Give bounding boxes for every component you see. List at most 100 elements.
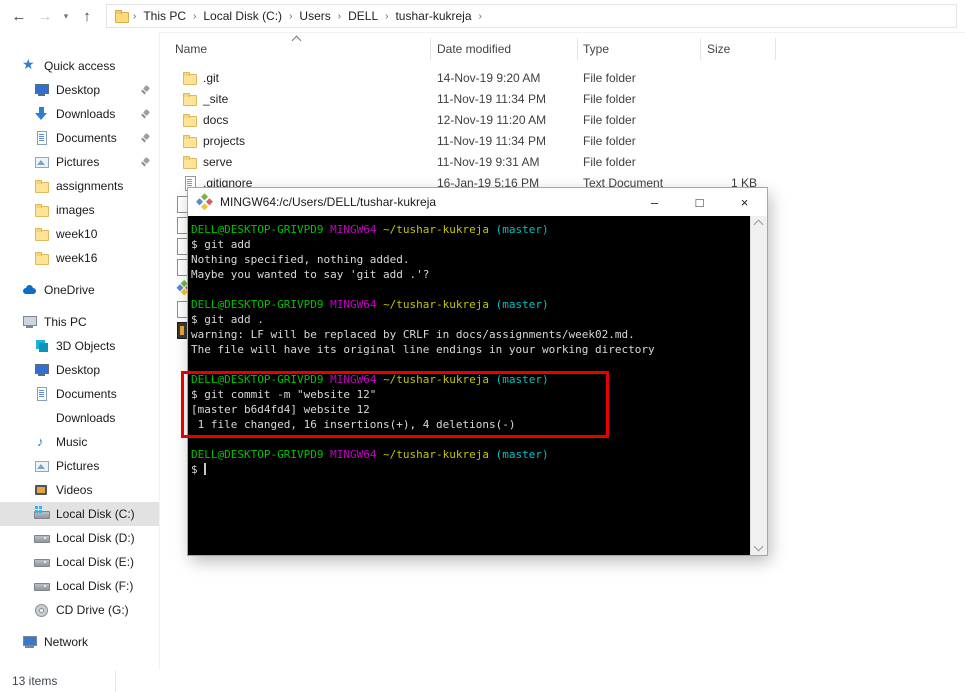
terminal-line: DELL@DESKTOP-GRIVPD9 MINGW64 ~/tushar-ku… bbox=[191, 447, 750, 462]
sidebar-item[interactable]: Pictures bbox=[0, 150, 159, 174]
status-bar: 13 items bbox=[0, 670, 965, 692]
sidebar-item-label: Videos bbox=[56, 483, 92, 497]
up-button[interactable]: ↑ bbox=[74, 8, 100, 25]
minimize-button[interactable]: – bbox=[632, 188, 677, 216]
file-row[interactable]: _site 11-Nov-19 11:34 PM File folder bbox=[160, 89, 965, 110]
terminal-titlebar[interactable]: MINGW64:/c/Users/DELL/tushar-kukreja – □… bbox=[188, 188, 767, 216]
breadcrumb-item[interactable]: Local Disk (C:) bbox=[197, 9, 288, 23]
file-name: projects bbox=[203, 134, 245, 148]
scroll-up-icon[interactable] bbox=[754, 220, 764, 230]
column-headers: Name Date modified Type Size bbox=[160, 38, 965, 60]
sidebar-item-label: images bbox=[56, 203, 95, 217]
file-name: _site bbox=[203, 92, 228, 106]
sidebar-item[interactable]: week10 bbox=[0, 222, 159, 246]
file-row[interactable]: .git 14-Nov-19 9:20 AM File folder bbox=[160, 68, 965, 89]
file-date-modified: 11-Nov-19 11:34 PM bbox=[437, 92, 546, 106]
file-name: .git bbox=[203, 71, 219, 85]
sidebar-item[interactable]: This PC bbox=[0, 310, 159, 334]
column-divider[interactable] bbox=[577, 38, 578, 60]
sidebar-item-icon bbox=[22, 282, 38, 298]
sidebar-item[interactable]: Pictures bbox=[0, 454, 159, 478]
column-header-type[interactable]: Type bbox=[583, 42, 609, 56]
terminal-line: $ git add bbox=[191, 237, 750, 252]
sidebar-item-label: OneDrive bbox=[44, 283, 95, 297]
sidebar-item[interactable]: Network bbox=[0, 630, 159, 654]
sidebar-item-icon bbox=[22, 58, 38, 74]
file-list: .git 14-Nov-19 9:20 AM File folder _site… bbox=[160, 68, 965, 194]
sidebar-item-icon bbox=[22, 634, 38, 650]
sidebar-item[interactable]: 3D Objects bbox=[0, 334, 159, 358]
sidebar-item-icon bbox=[34, 434, 50, 450]
sidebar-item[interactable]: Local Disk (F:) bbox=[0, 574, 159, 598]
terminal-line: The file will have its original line end… bbox=[191, 342, 750, 357]
sidebar-item-label: Local Disk (E:) bbox=[56, 555, 134, 569]
git-bash-icon bbox=[195, 193, 213, 211]
sidebar-item[interactable]: CD Drive (G:) bbox=[0, 598, 159, 622]
scroll-down-icon[interactable] bbox=[754, 542, 764, 552]
sidebar-item[interactable]: Local Disk (D:) bbox=[0, 526, 159, 550]
sidebar-item-label: Quick access bbox=[44, 59, 115, 73]
sidebar-item-label: Desktop bbox=[56, 363, 100, 377]
sidebar-item[interactable]: Downloads bbox=[0, 406, 159, 430]
forward-button[interactable]: → bbox=[32, 8, 58, 25]
file-row[interactable]: serve 11-Nov-19 9:31 AM File folder bbox=[160, 152, 965, 173]
sidebar-item-label: Network bbox=[44, 635, 88, 649]
sidebar-item-label: week10 bbox=[56, 227, 97, 241]
terminal-line: DELL@DESKTOP-GRIVPD9 MINGW64 ~/tushar-ku… bbox=[191, 297, 750, 312]
sidebar-item[interactable]: OneDrive bbox=[0, 278, 159, 302]
sidebar-item[interactable]: Local Disk (E:) bbox=[0, 550, 159, 574]
column-header-size[interactable]: Size bbox=[707, 42, 730, 56]
maximize-button[interactable]: □ bbox=[677, 188, 722, 216]
pin-icon bbox=[141, 85, 151, 95]
window-controls: – □ × bbox=[632, 188, 767, 216]
address-bar[interactable]: › This PC › Local Disk (C:) › Users › DE… bbox=[106, 4, 957, 28]
terminal-scrollbar[interactable] bbox=[750, 216, 767, 555]
breadcrumb-item[interactable]: Users bbox=[293, 9, 336, 23]
breadcrumb-item[interactable]: tushar-kukreja bbox=[389, 9, 477, 23]
sidebar-item[interactable]: Documents bbox=[0, 126, 159, 150]
sidebar-item-label: CD Drive (G:) bbox=[56, 603, 129, 617]
sidebar-item[interactable]: Downloads bbox=[0, 102, 159, 126]
recent-locations-dropdown[interactable]: ▾ bbox=[58, 11, 74, 22]
pin-icon bbox=[141, 109, 151, 119]
sidebar-item[interactable]: Desktop bbox=[0, 78, 159, 102]
sidebar-item-icon bbox=[34, 250, 50, 266]
sidebar-item[interactable]: Music bbox=[0, 430, 159, 454]
sidebar-item[interactable]: Desktop bbox=[0, 358, 159, 382]
sidebar-item-icon bbox=[34, 530, 50, 546]
column-header-date-modified[interactable]: Date modified bbox=[437, 42, 511, 56]
breadcrumb-item[interactable]: This PC bbox=[137, 9, 192, 23]
sidebar-item-icon bbox=[34, 362, 50, 378]
column-divider[interactable] bbox=[430, 38, 431, 60]
column-divider[interactable] bbox=[775, 38, 776, 60]
sidebar-item[interactable]: Quick access bbox=[0, 54, 159, 78]
sidebar-item-label: This PC bbox=[44, 315, 87, 329]
file-explorer-window: ← → ▾ ↑ › This PC › Local Disk (C:) › Us… bbox=[0, 0, 965, 692]
column-divider[interactable] bbox=[700, 38, 701, 60]
sidebar-item[interactable]: images bbox=[0, 198, 159, 222]
sidebar-item-label: Pictures bbox=[56, 155, 99, 169]
sidebar-item[interactable]: week16 bbox=[0, 246, 159, 270]
sidebar-item-label: Local Disk (F:) bbox=[56, 579, 133, 593]
sidebar-item[interactable]: Local Disk (C:) bbox=[0, 502, 159, 526]
file-type: File folder bbox=[583, 155, 636, 169]
terminal-line: $ git add . bbox=[191, 312, 750, 327]
sidebar-item[interactable]: Videos bbox=[0, 478, 159, 502]
column-header-name[interactable]: Name bbox=[175, 42, 207, 56]
navigation-pane: Quick access Desktop Downloads Documents bbox=[0, 32, 160, 670]
sidebar-item-icon bbox=[34, 410, 50, 426]
file-row[interactable]: docs 12-Nov-19 11:20 AM File folder bbox=[160, 110, 965, 131]
sidebar-item-label: Downloads bbox=[56, 411, 115, 425]
sidebar-item[interactable]: assignments bbox=[0, 174, 159, 198]
terminal-line: DELL@DESKTOP-GRIVPD9 MINGW64 ~/tushar-ku… bbox=[191, 222, 750, 237]
file-type: File folder bbox=[583, 71, 636, 85]
back-button[interactable]: ← bbox=[6, 8, 32, 25]
sidebar-item-icon bbox=[34, 458, 50, 474]
file-icon bbox=[182, 70, 198, 86]
breadcrumb-item[interactable]: DELL bbox=[342, 9, 384, 23]
sidebar-item-icon bbox=[34, 482, 50, 498]
sidebar-item[interactable]: Documents bbox=[0, 382, 159, 406]
file-row[interactable]: projects 11-Nov-19 11:34 PM File folder bbox=[160, 131, 965, 152]
close-button[interactable]: × bbox=[722, 188, 767, 216]
sidebar-item-label: Documents bbox=[56, 387, 117, 401]
